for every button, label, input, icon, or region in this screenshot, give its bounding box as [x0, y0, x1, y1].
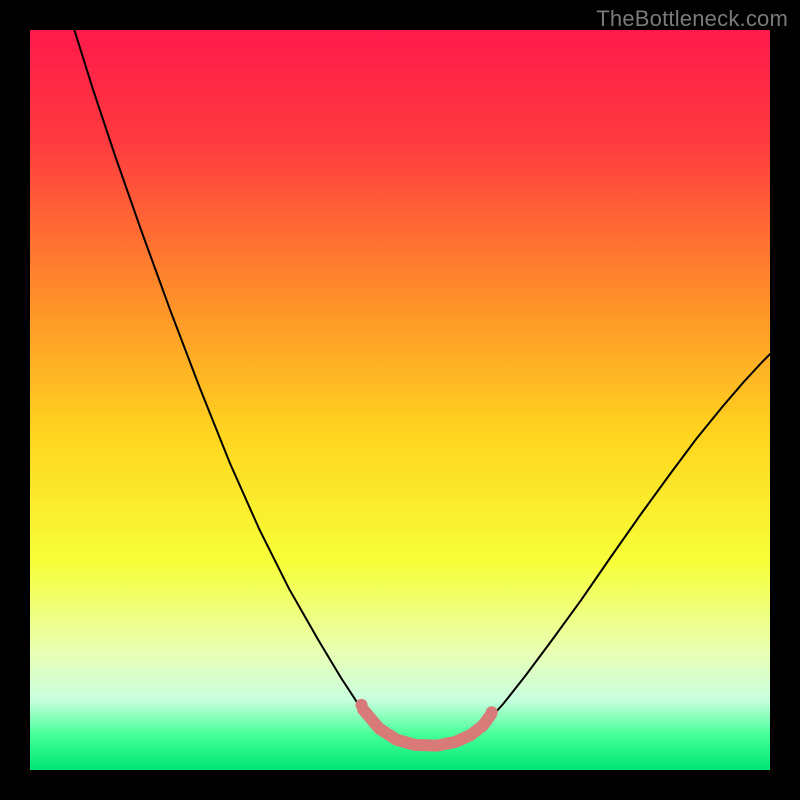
gradient-background — [30, 30, 770, 770]
chart-svg — [30, 30, 770, 770]
plot-area — [30, 30, 770, 770]
highlight-dot-0 — [356, 699, 368, 711]
highlight-dot-1 — [486, 706, 498, 718]
chart-frame: TheBottleneck.com — [0, 0, 800, 800]
watermark-text: TheBottleneck.com — [596, 6, 788, 32]
